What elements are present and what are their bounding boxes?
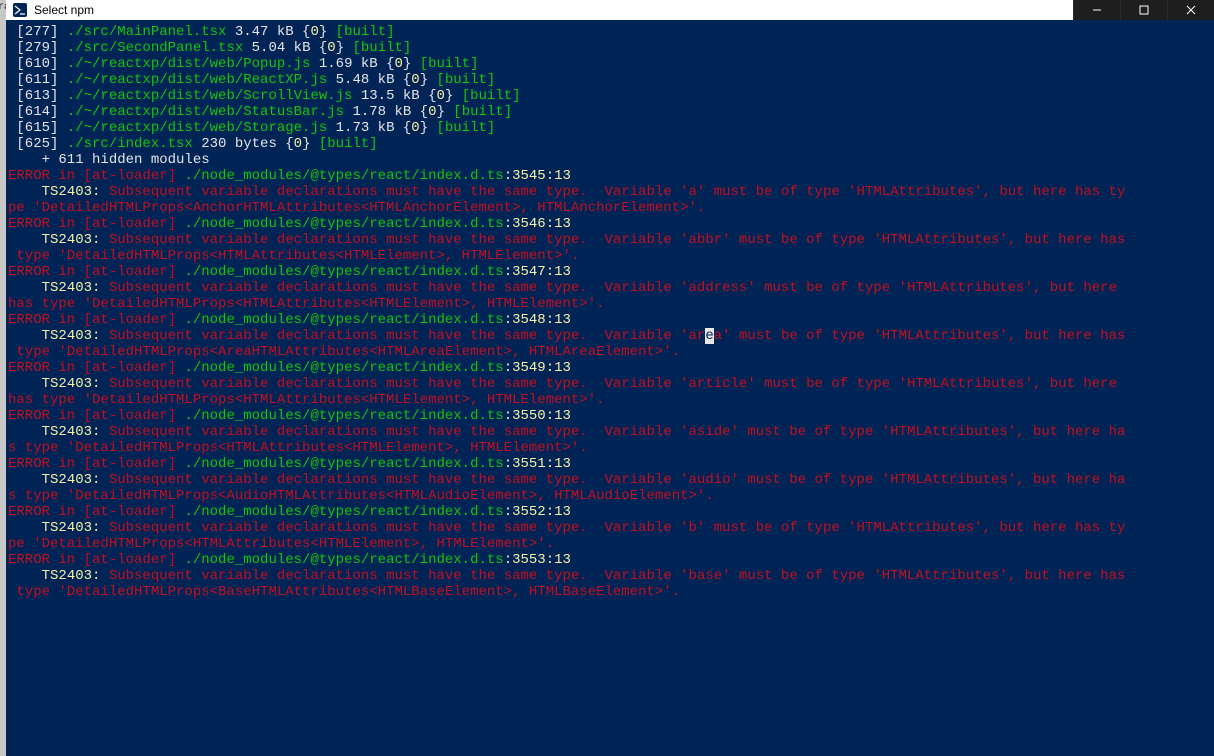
terminal-line: pe 'DetailedHTMLProps<HTMLAttributes<HTM… bbox=[8, 536, 1214, 552]
terminal-line: ERROR in [at-loader] ./node_modules/@typ… bbox=[8, 456, 1214, 472]
terminal-line: ERROR in [at-loader] ./node_modules/@typ… bbox=[8, 312, 1214, 328]
terminal-line: TS2403: Subsequent variable declarations… bbox=[8, 280, 1214, 296]
terminal-line: TS2403: Subsequent variable declarations… bbox=[8, 328, 1214, 344]
terminal-line: ERROR in [at-loader] ./node_modules/@typ… bbox=[8, 264, 1214, 280]
window-title: Select npm bbox=[34, 3, 1073, 17]
terminal-line: TS2403: Subsequent variable declarations… bbox=[8, 376, 1214, 392]
terminal-output[interactable]: [277] ./src/MainPanel.tsx 3.47 kB {0} [b… bbox=[6, 20, 1214, 756]
minimize-button[interactable] bbox=[1073, 0, 1120, 20]
close-button[interactable] bbox=[1167, 0, 1214, 20]
terminal-line: ERROR in [at-loader] ./node_modules/@typ… bbox=[8, 504, 1214, 520]
terminal-line: ERROR in [at-loader] ./node_modules/@typ… bbox=[8, 408, 1214, 424]
terminal-line: s type 'DetailedHTMLProps<HTMLAttributes… bbox=[8, 440, 1214, 456]
maximize-button[interactable] bbox=[1120, 0, 1167, 20]
terminal-line: ERROR in [at-loader] ./node_modules/@typ… bbox=[8, 216, 1214, 232]
terminal-line: TS2403: Subsequent variable declarations… bbox=[8, 520, 1214, 536]
terminal-line: [279] ./src/SecondPanel.tsx 5.04 kB {0} … bbox=[8, 40, 1214, 56]
terminal-line: [625] ./src/index.tsx 230 bytes {0} [bui… bbox=[8, 136, 1214, 152]
terminal-line: TS2403: Subsequent variable declarations… bbox=[8, 232, 1214, 248]
terminal-line: TS2403: Subsequent variable declarations… bbox=[8, 424, 1214, 440]
window-controls bbox=[1073, 0, 1214, 20]
terminal-line: [615] ./~/reactxp/dist/web/Storage.js 1.… bbox=[8, 120, 1214, 136]
powershell-window: Select npm [277] ./src/MainPanel.tsx 3.4… bbox=[6, 0, 1214, 756]
terminal-line: [611] ./~/reactxp/dist/web/ReactXP.js 5.… bbox=[8, 72, 1214, 88]
terminal-line: + 611 hidden modules bbox=[8, 152, 1214, 168]
terminal-line: ERROR in [at-loader] ./node_modules/@typ… bbox=[8, 552, 1214, 568]
terminal-line: type 'DetailedHTMLProps<AreaHTMLAttribut… bbox=[8, 344, 1214, 360]
terminal-line: type 'DetailedHTMLProps<HTMLAttributes<H… bbox=[8, 248, 1214, 264]
terminal-line: [277] ./src/MainPanel.tsx 3.47 kB {0} [b… bbox=[8, 24, 1214, 40]
terminal-line: [610] ./~/reactxp/dist/web/Popup.js 1.69… bbox=[8, 56, 1214, 72]
terminal-line: [613] ./~/reactxp/dist/web/ScrollView.js… bbox=[8, 88, 1214, 104]
terminal-line: type 'DetailedHTMLProps<BaseHTMLAttribut… bbox=[8, 584, 1214, 600]
powershell-icon bbox=[12, 2, 28, 18]
terminal-line: [614] ./~/reactxp/dist/web/StatusBar.js … bbox=[8, 104, 1214, 120]
titlebar[interactable]: Select npm bbox=[6, 0, 1214, 20]
terminal-line: TS2403: Subsequent variable declarations… bbox=[8, 568, 1214, 584]
terminal-line: s type 'DetailedHTMLProps<AudioHTMLAttri… bbox=[8, 488, 1214, 504]
terminal-line: pe 'DetailedHTMLProps<AnchorHTMLAttribut… bbox=[8, 200, 1214, 216]
terminal-line: has type 'DetailedHTMLProps<HTMLAttribut… bbox=[8, 392, 1214, 408]
terminal-line: ERROR in [at-loader] ./node_modules/@typ… bbox=[8, 168, 1214, 184]
terminal-line: ERROR in [at-loader] ./node_modules/@typ… bbox=[8, 360, 1214, 376]
terminal-line: has type 'DetailedHTMLProps<HTMLAttribut… bbox=[8, 296, 1214, 312]
terminal-line: TS2403: Subsequent variable declarations… bbox=[8, 472, 1214, 488]
terminal-line: TS2403: Subsequent variable declarations… bbox=[8, 184, 1214, 200]
